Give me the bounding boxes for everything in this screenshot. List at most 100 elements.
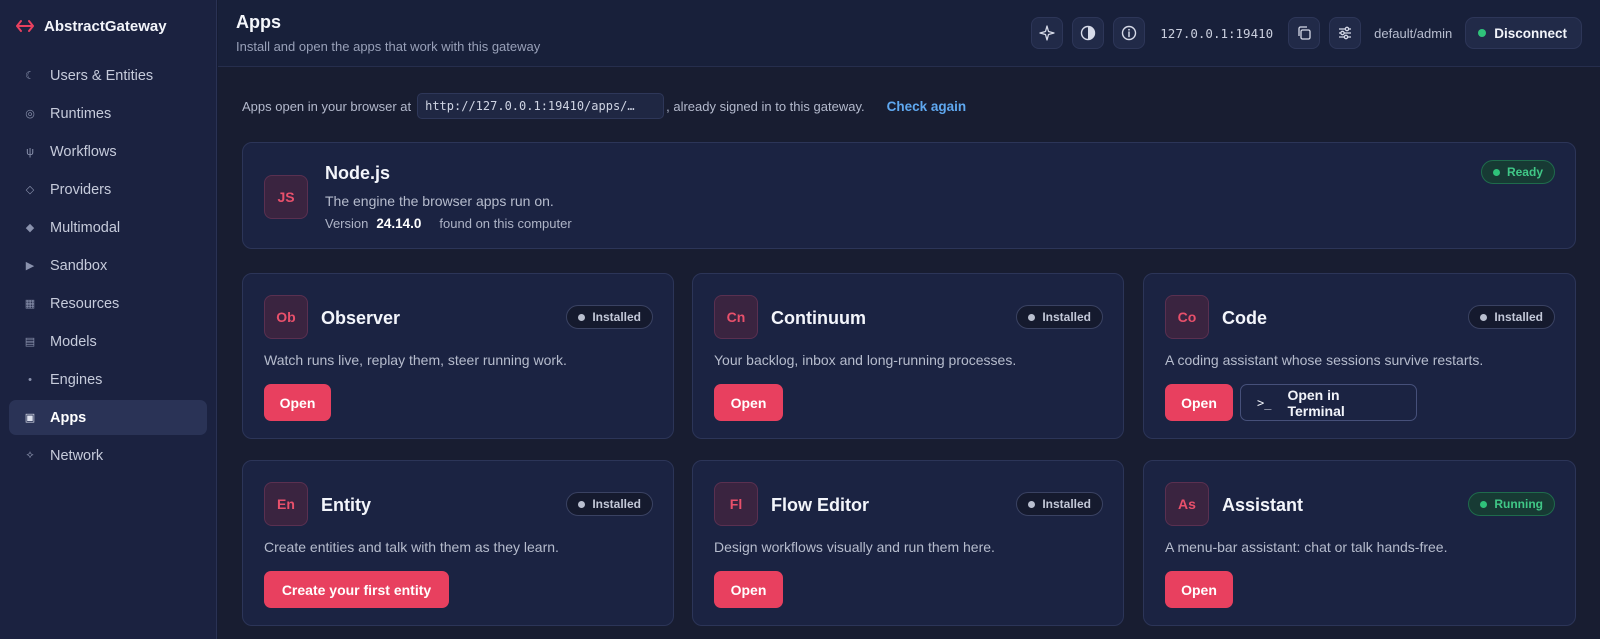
- disconnect-label: Disconnect: [1494, 25, 1567, 41]
- settings-button[interactable]: [1329, 17, 1362, 49]
- network-icon: ⟡: [26, 449, 34, 461]
- header-actions: 127.0.0.1:19410 default/admin Disconnect: [1031, 17, 1582, 49]
- sparkle-button[interactable]: [1031, 17, 1064, 49]
- info-prefix: Apps open in your browser at: [242, 98, 412, 114]
- sidebar-item-runtimes[interactable]: ◎ Runtimes: [9, 96, 207, 131]
- connected-status-icon: [1478, 29, 1487, 37]
- brand-name: AbstractGateway: [44, 17, 167, 35]
- create-first-entity-button[interactable]: Create your first entity: [264, 571, 449, 608]
- app-avatar: Co: [1165, 295, 1209, 339]
- open-in-terminal-label: Open in Terminal: [1287, 386, 1345, 419]
- moon-icon: ☾: [25, 70, 35, 82]
- diamond-icon: ◆: [25, 222, 35, 234]
- sidebar-item-label: Network: [50, 447, 104, 464]
- page-title: Apps: [236, 12, 281, 32]
- node-title: Node.js: [325, 163, 391, 183]
- status-label: Installed: [592, 310, 641, 324]
- apps-url[interactable]: http://127.0.0.1:19410/apps/…: [417, 93, 665, 119]
- sidebar-item-users-entities[interactable]: ☾ Users & Entities: [9, 58, 207, 93]
- sidebar-item-resources[interactable]: ▦ Resources: [9, 286, 207, 321]
- status-label: Running: [1494, 497, 1543, 511]
- open-button[interactable]: Open: [1165, 384, 1233, 421]
- apps-url-info: Apps open in your browser at http://127.…: [242, 93, 966, 119]
- sliders-icon: [1339, 26, 1352, 40]
- sidebar-item-label: Models: [50, 333, 97, 350]
- app-title: Observer: [321, 308, 401, 328]
- status-badge: Installed: [566, 492, 653, 516]
- sidebar-item-engines[interactable]: • Engines: [9, 362, 207, 397]
- square-icon: ▣: [24, 412, 36, 424]
- app-desc: Create entities and talk with them as th…: [264, 539, 559, 555]
- diamond-outline-icon: ◇: [25, 184, 35, 196]
- sidebar-item-multimodal[interactable]: ◆ Multimodal: [9, 210, 207, 245]
- sidebar-nav: ☾ Users & Entities ◎ Runtimes ψ Workflows ◇…: [0, 52, 216, 482]
- check-again-link[interactable]: Check again: [887, 99, 967, 114]
- sidebar-item-models[interactable]: ▤ Models: [9, 324, 207, 359]
- open-button[interactable]: Open: [1165, 571, 1233, 608]
- status-badge: Installed: [1468, 305, 1555, 329]
- status-badge: Installed: [1016, 305, 1103, 329]
- sidebar-item-providers[interactable]: ◇ Providers: [9, 172, 207, 207]
- arrows-logo-icon: [16, 17, 34, 35]
- status-dot-icon: [1480, 500, 1488, 508]
- status-dot-icon: [1028, 313, 1036, 321]
- dot-icon: •: [28, 373, 32, 386]
- app-desc: A menu-bar assistant: chat or talk hands…: [1165, 539, 1448, 555]
- copy-address-button[interactable]: [1288, 17, 1321, 49]
- status-dot-icon: [578, 313, 586, 321]
- app-avatar: Fl: [714, 482, 758, 526]
- sidebar-item-label: Apps: [50, 409, 87, 426]
- sidebar-item-label: Providers: [50, 181, 112, 198]
- sidebar-item-label: Runtimes: [50, 105, 112, 122]
- node-card: JS Node.js The engine the browser apps r…: [242, 142, 1576, 249]
- app-avatar: Cn: [714, 295, 758, 339]
- status-dot-icon: [1480, 313, 1488, 321]
- open-button[interactable]: Open: [714, 384, 783, 421]
- disconnect-button[interactable]: Disconnect: [1465, 17, 1582, 49]
- node-avatar: JS: [264, 175, 308, 219]
- app-avatar: En: [264, 482, 308, 526]
- play-icon: ▶: [25, 260, 35, 272]
- page-subtitle: Install and open the apps that work with…: [236, 39, 541, 54]
- app-desc: Design workflows visually and run them h…: [714, 539, 995, 555]
- app-title: Code: [1222, 308, 1267, 328]
- contrast-icon: [1081, 25, 1096, 41]
- status-badge: Ready: [1480, 160, 1555, 184]
- open-button[interactable]: Open: [264, 384, 331, 421]
- open-in-terminal-button[interactable]: >_ Open in Terminal: [1240, 384, 1417, 421]
- grid-icon: ▦: [24, 298, 36, 310]
- sidebar-item-sandbox[interactable]: ▶ Sandbox: [9, 248, 207, 283]
- status-label: Ready: [1506, 165, 1543, 179]
- node-version: 24.14.0: [376, 216, 422, 231]
- sidebar-item-workflows[interactable]: ψ Workflows: [9, 134, 207, 169]
- sidebar-item-label: Resources: [50, 295, 120, 312]
- status-label: Installed: [1494, 310, 1543, 324]
- sidebar-item-label: Multimodal: [50, 219, 121, 236]
- info-suffix: , already signed in to this gateway.: [666, 98, 865, 114]
- app-title: Entity: [321, 495, 372, 515]
- app-title: Assistant: [1222, 495, 1304, 515]
- fork-icon: ψ: [26, 145, 34, 158]
- app-card-flow-editor: Fl Flow Editor Installed Design workflow…: [692, 460, 1124, 626]
- status-badge: Installed: [566, 305, 653, 329]
- info-button[interactable]: [1113, 17, 1146, 49]
- open-button[interactable]: Open: [714, 571, 783, 608]
- app-card-continuum: Cn Continuum Installed Your backlog, inb…: [692, 273, 1124, 439]
- sidebar-item-network[interactable]: ⟡ Network: [9, 438, 207, 473]
- status-dot-icon: [1028, 500, 1036, 508]
- sidebar-item-apps[interactable]: ▣ Apps: [9, 400, 207, 435]
- sidebar-item-label: Sandbox: [50, 257, 108, 274]
- sidebar: AbstractGateway ☾ Users & Entities ◎ Runti…: [0, 0, 217, 639]
- status-dot-icon: [1492, 168, 1500, 176]
- version-label: Version: [325, 216, 369, 231]
- brand[interactable]: AbstractGateway: [0, 0, 216, 52]
- app-desc: Your backlog, inbox and long-running pro…: [714, 352, 1017, 368]
- app-avatar: As: [1165, 482, 1209, 526]
- node-desc: The engine the browser apps run on.: [325, 193, 554, 209]
- app-avatar: Ob: [264, 295, 308, 339]
- theme-toggle-button[interactable]: [1072, 17, 1105, 49]
- app-title: Flow Editor: [771, 495, 869, 515]
- gateway-address: 127.0.0.1:19410: [1160, 25, 1274, 41]
- app-card-assistant: As Assistant Running A menu-bar assistan…: [1143, 460, 1576, 626]
- status-badge: Installed: [1016, 492, 1103, 516]
